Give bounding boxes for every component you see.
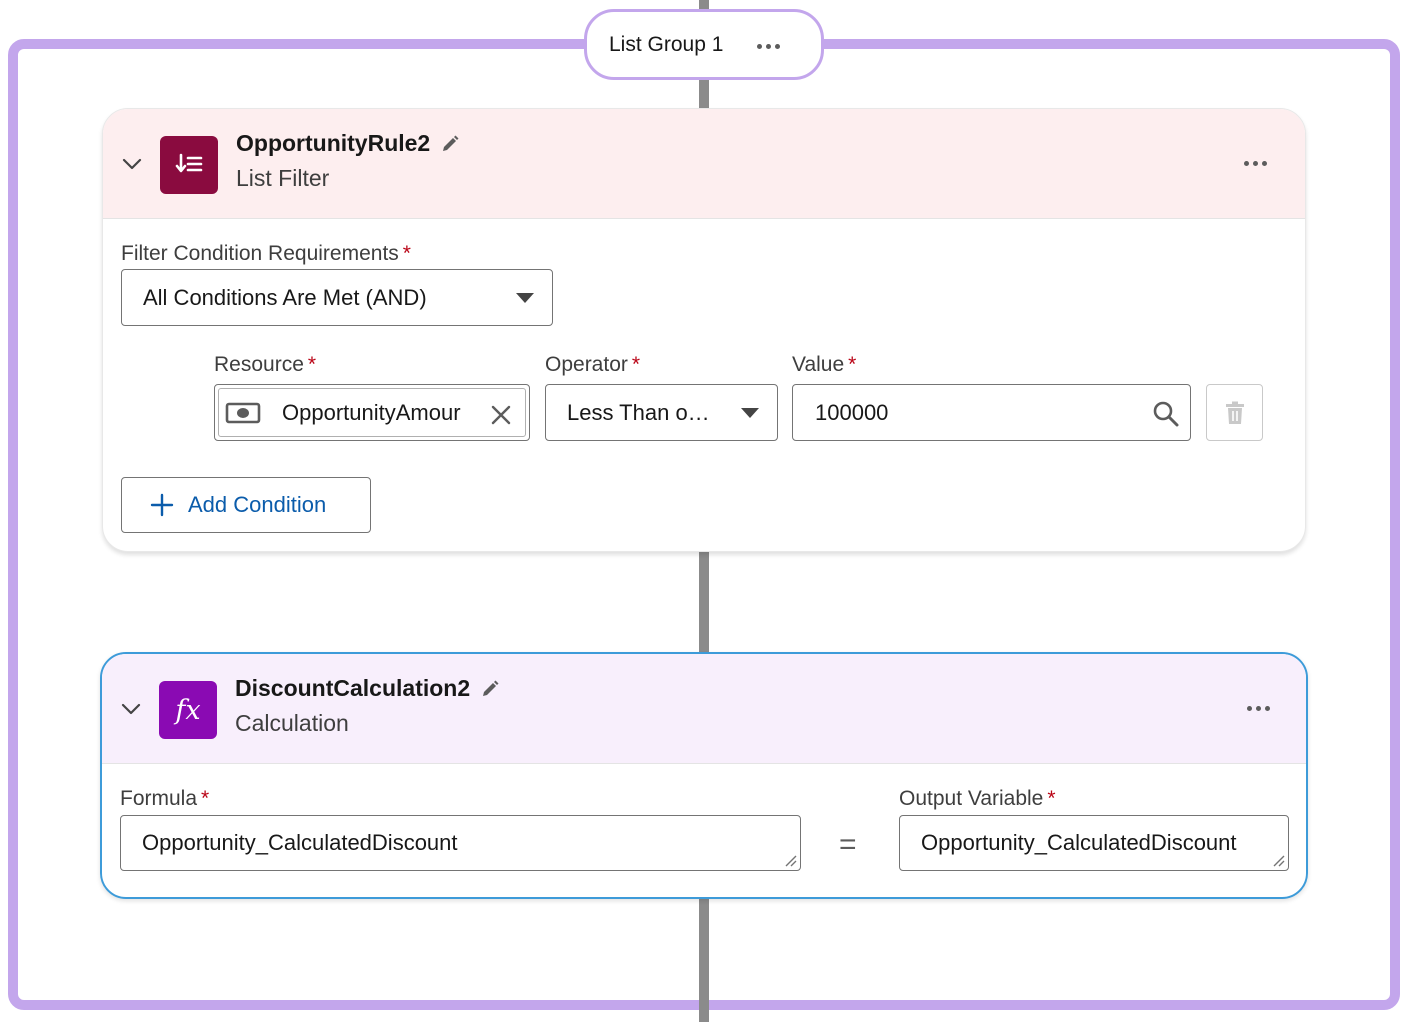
clear-x-icon[interactable] <box>491 405 511 425</box>
list-filter-subtitle: List Filter <box>236 165 330 191</box>
calculation-more-actions-icon[interactable] <box>1247 706 1270 711</box>
requirements-select[interactable]: All Conditions Are Met (AND) <box>121 269 553 326</box>
add-condition-button[interactable]: Add Condition <box>121 477 371 533</box>
output-variable-textarea[interactable]: Opportunity_CalculatedDiscount <box>899 815 1289 871</box>
value-input-value: 100000 <box>815 399 889 425</box>
formula-fx-icon: fx <box>159 681 217 739</box>
add-condition-label: Add Condition <box>188 492 327 517</box>
output-variable-label: Output Variable * <box>899 787 1056 810</box>
group-more-actions-icon[interactable] <box>757 44 781 49</box>
edit-pencil-icon[interactable] <box>480 679 500 699</box>
calculation-card[interactable]: fx DiscountCalculation2 Calculation Form… <box>100 652 1308 899</box>
list-filter-title: OpportunityRule2 <box>236 130 431 156</box>
resource-value: OpportunityAmour <box>282 399 461 425</box>
resize-grip-icon[interactable] <box>1271 853 1285 867</box>
requirements-label: Filter Condition Requirements * <box>121 242 411 265</box>
value-input[interactable]: 100000 <box>792 384 1191 441</box>
resource-pill: OpportunityAmour <box>218 388 526 437</box>
trash-icon <box>1225 401 1244 424</box>
operator-select[interactable]: Less Than o… <box>545 384 778 441</box>
flow-connector-bottom <box>699 897 709 1022</box>
dropdown-arrow-icon <box>516 293 534 303</box>
resource-combobox[interactable]: OpportunityAmour <box>214 384 530 441</box>
operator-label: Operator * <box>545 353 641 376</box>
equals-sign: = <box>839 828 857 861</box>
calculation-subtitle: Calculation <box>235 710 349 736</box>
output-variable-value: Opportunity_CalculatedDiscount <box>921 830 1237 855</box>
edit-pencil-icon[interactable] <box>440 134 460 154</box>
formula-label: Formula * <box>120 787 210 810</box>
resource-label: Resource * <box>214 353 317 376</box>
value-label: Value * <box>792 353 857 376</box>
plus-icon <box>150 493 174 517</box>
chevron-down-icon[interactable] <box>120 698 142 720</box>
search-icon[interactable] <box>1152 400 1180 428</box>
chevron-down-icon[interactable] <box>121 153 143 175</box>
calculation-title: DiscountCalculation2 <box>235 675 471 701</box>
flow-connector-middle <box>699 550 709 654</box>
list-group-pill[interactable]: List Group 1 <box>584 9 824 80</box>
resize-grip-icon[interactable] <box>783 853 797 867</box>
requirements-select-value: All Conditions Are Met (AND) <box>143 284 427 310</box>
list-filter-header: OpportunityRule2 List Filter <box>103 109 1305 219</box>
currency-icon <box>225 402 261 423</box>
dropdown-arrow-icon <box>741 408 759 418</box>
operator-value: Less Than o… <box>567 399 710 425</box>
element-title: OpportunityRule2 <box>236 130 460 157</box>
list-filter-icon <box>160 136 218 194</box>
list-group-label: List Group 1 <box>609 32 724 56</box>
formula-textarea[interactable]: Opportunity_CalculatedDiscount <box>120 815 801 871</box>
delete-condition-button[interactable] <box>1206 384 1263 441</box>
list-filter-more-actions-icon[interactable] <box>1244 161 1267 166</box>
formula-value: Opportunity_CalculatedDiscount <box>142 830 458 855</box>
element-title: DiscountCalculation2 <box>235 675 500 702</box>
calculation-header: fx DiscountCalculation2 Calculation <box>102 654 1306 764</box>
list-filter-card[interactable]: OpportunityRule2 List Filter Filter Cond… <box>102 108 1306 552</box>
